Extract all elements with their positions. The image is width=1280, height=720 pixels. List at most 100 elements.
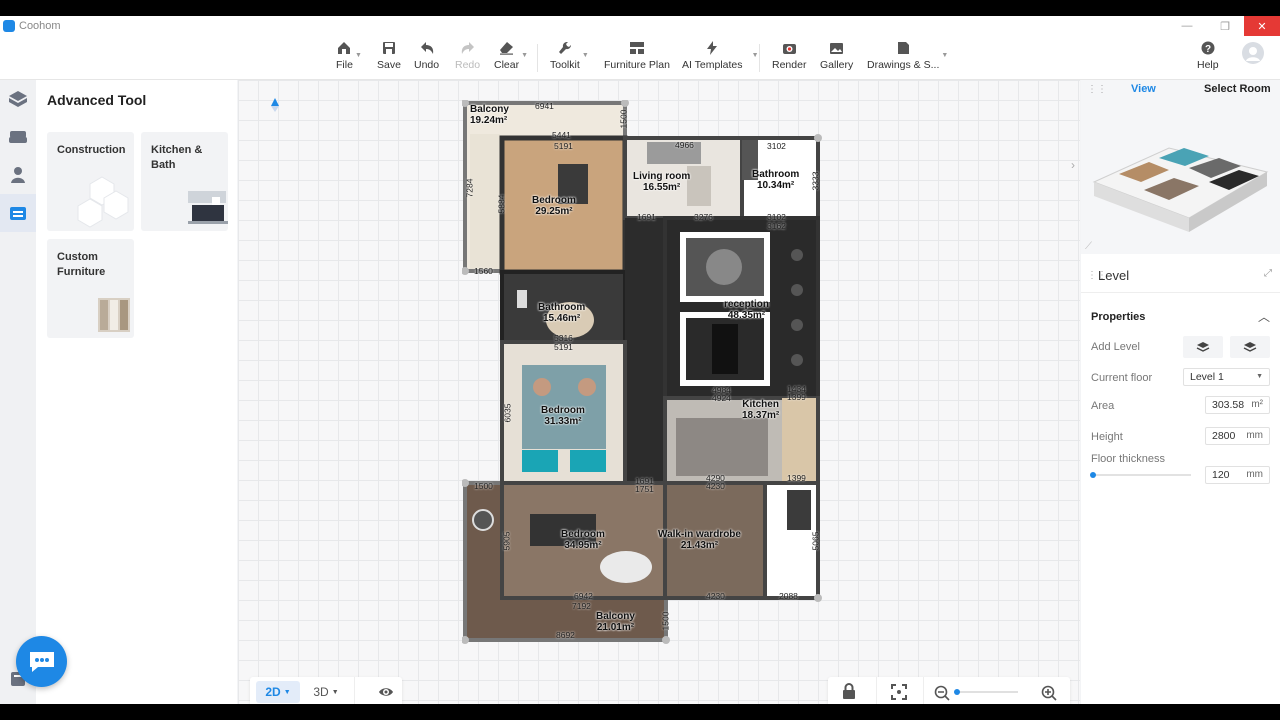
maximize-button[interactable]: ❐: [1206, 16, 1244, 36]
room-area: 21.43m²: [680, 540, 719, 551]
view-2d-button[interactable]: 2D ▼: [256, 681, 300, 703]
room-area: 16.55m²: [642, 182, 681, 193]
lock-icon: [843, 683, 855, 699]
eraser-icon: [499, 40, 515, 56]
rail-item-user[interactable]: [0, 156, 36, 194]
dimension-label: 7284: [464, 178, 475, 198]
eye-icon: [379, 688, 393, 696]
zoom-slider-handle[interactable]: [954, 689, 960, 695]
cube-icon: [9, 91, 27, 107]
area-field[interactable]: 303.58 m²: [1205, 396, 1270, 414]
main-toolbar: File ▼ Save Undo Redo Clear ▼ Toolkit ▼ …: [0, 36, 1280, 80]
user-avatar[interactable]: [1242, 42, 1264, 64]
room-name: Kitchen: [742, 399, 779, 410]
wardrobe-icon: [98, 298, 130, 332]
toolkit-label: Toolkit: [550, 59, 580, 71]
clear-button[interactable]: Clear ▼: [494, 40, 528, 71]
add-level-below-button[interactable]: [1230, 336, 1270, 358]
floor-thickness-slider-handle[interactable]: [1090, 472, 1096, 478]
dimension-label: 1500: [474, 481, 493, 491]
3d-preview-thumbnail[interactable]: [1089, 120, 1274, 240]
fit-view-button[interactable]: [891, 684, 907, 704]
area-value: 303.58: [1212, 399, 1245, 411]
toolbar-divider: [759, 44, 760, 72]
rail-item-furniture[interactable]: [0, 118, 36, 156]
lock-button[interactable]: [842, 683, 856, 704]
zoom-in-icon: [1041, 685, 1057, 701]
room-name: Bathroom: [538, 302, 586, 313]
dimension-label: 3162: [767, 221, 786, 231]
floor-thickness-field[interactable]: 120 mm: [1205, 466, 1270, 484]
rail-item-advanced-tool[interactable]: [0, 194, 36, 232]
tab-view[interactable]: View: [1131, 83, 1156, 95]
toolbar-divider: [537, 44, 538, 72]
current-floor-label: Current floor: [1091, 372, 1153, 384]
dimension-label: 1399: [787, 392, 806, 402]
save-button[interactable]: Save: [377, 40, 401, 71]
card-label: Custom Furniture: [57, 251, 106, 278]
zoom-out-button[interactable]: [934, 685, 950, 704]
compass-north-icon: [271, 98, 279, 112]
room-label: Bedroom 29.25m²: [532, 195, 576, 217]
expand-icon[interactable]: ⤢: [1264, 268, 1272, 279]
preview-section: ⋮⋮ View Select Room › ⟋: [1071, 80, 1280, 254]
room-label: reception 48.35m²: [724, 299, 769, 321]
card-construction[interactable]: Construction: [47, 132, 134, 231]
add-level-above-button[interactable]: [1183, 336, 1223, 358]
current-floor-select[interactable]: Level 1 ▼: [1183, 368, 1270, 386]
room-name: Bedroom: [532, 195, 576, 206]
dimension-label: 5191: [554, 342, 573, 352]
divider: [354, 677, 355, 704]
divider: [1081, 292, 1280, 293]
resize-handle-icon[interactable]: ⟋: [1085, 241, 1092, 252]
chat-bubble-icon: [29, 651, 54, 672]
close-button[interactable]: ✕: [1244, 16, 1280, 36]
minimize-button[interactable]: —: [1168, 16, 1206, 36]
view-3d-button[interactable]: 3D ▼: [306, 681, 346, 703]
dimension-label: 6035: [502, 403, 513, 423]
visibility-button[interactable]: [378, 684, 394, 704]
dimension-label: 4924: [712, 393, 731, 403]
room-label: Bedroom 31.33m²: [541, 405, 585, 427]
chevron-down-icon: ▼: [751, 52, 759, 59]
app-title: Coohom: [19, 20, 61, 32]
help-button[interactable]: ? Help: [1197, 40, 1219, 71]
chevron-up-icon[interactable]: ︿: [1258, 308, 1270, 325]
height-field[interactable]: 2800 mm: [1205, 427, 1270, 445]
file-label: File: [336, 59, 353, 71]
room-area: 21.01m²: [596, 622, 635, 633]
left-rail: [0, 80, 36, 704]
toolkit-button[interactable]: Toolkit ▼: [550, 40, 589, 71]
zoom-slider[interactable]: [954, 689, 1018, 695]
height-label: Height: [1091, 431, 1123, 443]
rail-item-structure[interactable]: [0, 80, 36, 118]
card-custom-furniture[interactable]: Custom Furniture: [47, 239, 134, 338]
floor-thickness-unit: mm: [1246, 469, 1263, 480]
redo-button[interactable]: Redo: [455, 40, 480, 71]
tab-select-room[interactable]: Select Room: [1204, 83, 1271, 95]
drag-handle-icon[interactable]: ⋮⋮: [1087, 84, 1107, 95]
room-area: 34.95m²: [564, 540, 602, 551]
room-area: 10.34m²: [756, 180, 795, 191]
collapse-panel-icon[interactable]: ›: [1071, 158, 1075, 172]
gallery-button[interactable]: Gallery: [820, 40, 853, 71]
person-icon: [11, 167, 25, 183]
file-menu-button[interactable]: File ▼: [336, 40, 362, 71]
room-area: 15.46m²: [542, 313, 581, 324]
ai-templates-button[interactable]: AI Templates ▼: [682, 40, 759, 71]
drawings-button[interactable]: Drawings & S... ▼: [867, 40, 948, 71]
furniture-plan-button[interactable]: Furniture Plan: [604, 40, 670, 71]
chat-support-button[interactable]: [16, 636, 67, 687]
save-icon: [381, 40, 397, 56]
design-canvas[interactable]: Balcony 19.24m² Bedroom 29.25m² Living roo…: [238, 80, 1080, 704]
floor-thickness-slider[interactable]: [1090, 472, 1191, 478]
area-label: Area: [1091, 400, 1115, 412]
undo-button[interactable]: Undo: [414, 40, 439, 71]
dimension-label: 1751: [635, 484, 654, 494]
svg-text:?: ?: [1205, 44, 1211, 55]
render-button[interactable]: Render: [772, 40, 806, 71]
zoom-in-button[interactable]: [1041, 685, 1057, 704]
fit-screen-icon: [891, 684, 907, 700]
card-kitchen-bath[interactable]: Kitchen & Bath: [141, 132, 228, 231]
dimension-label: 5191: [554, 141, 573, 151]
